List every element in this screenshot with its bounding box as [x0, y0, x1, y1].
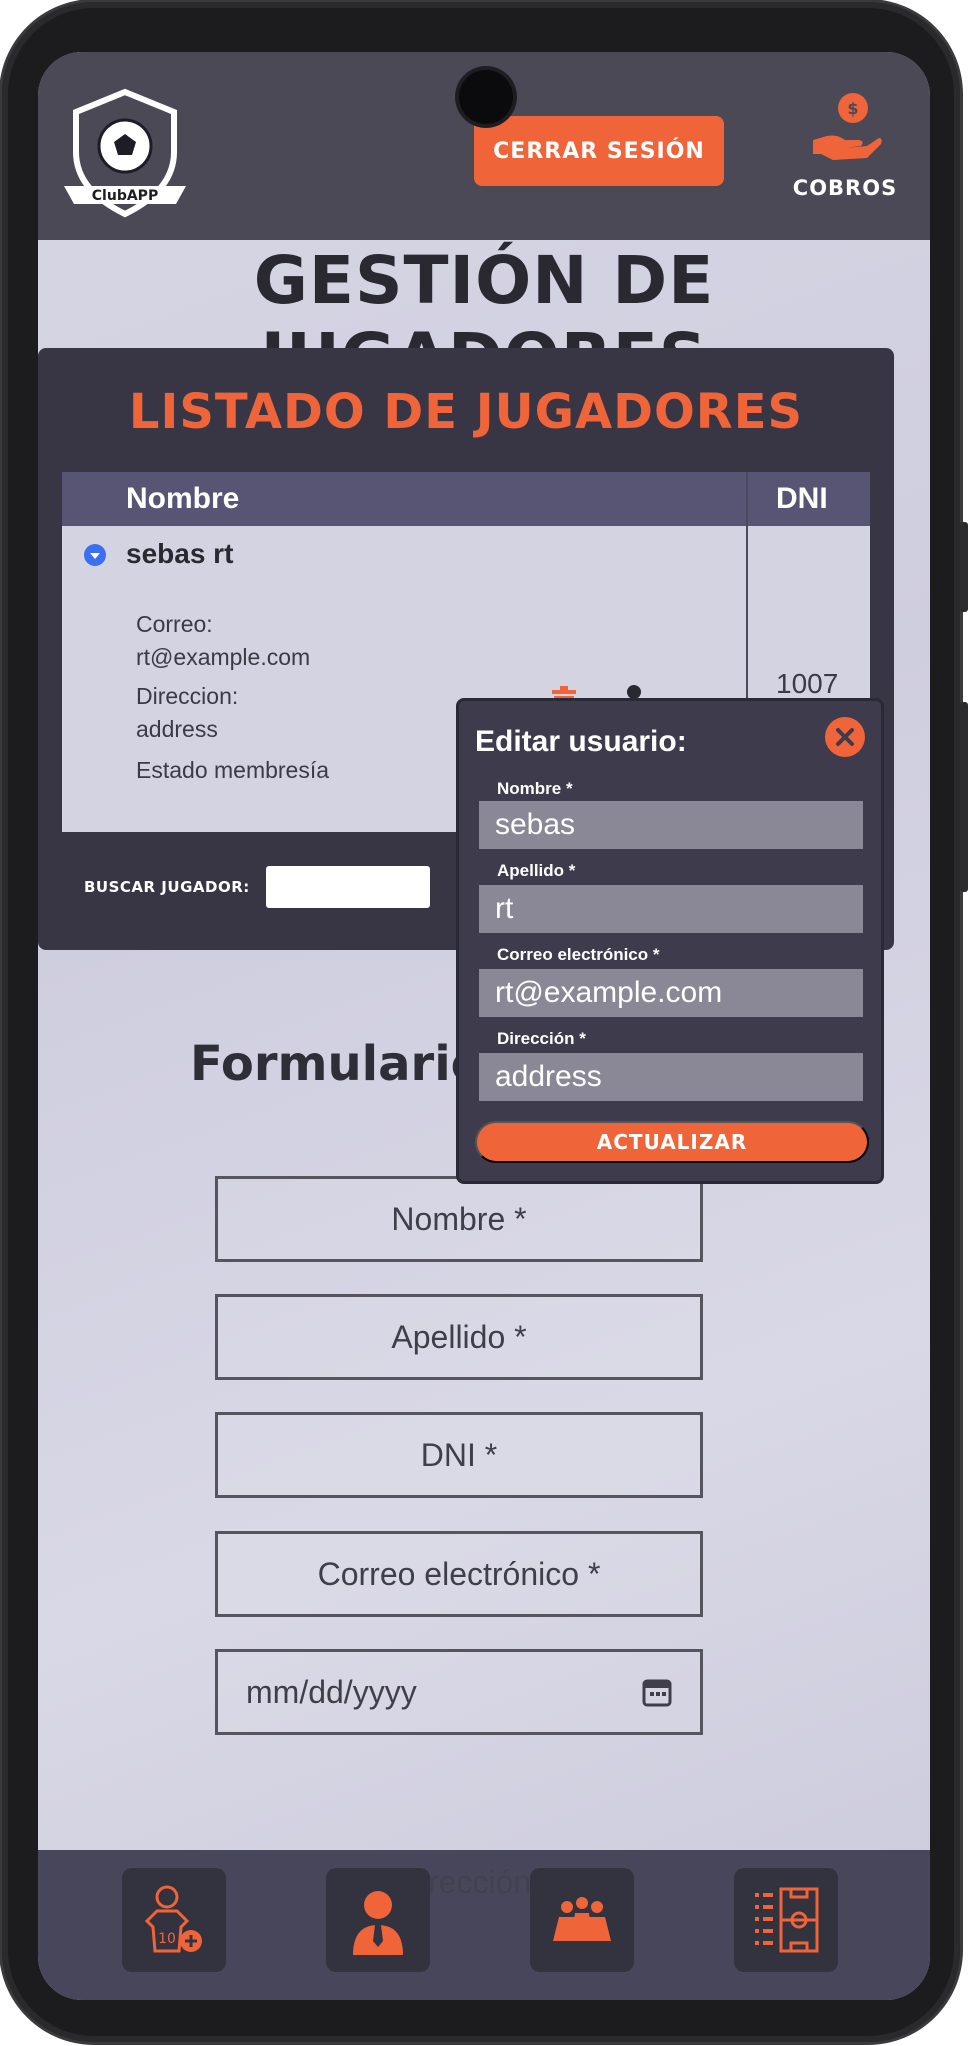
form-dni-input[interactable]: DNI * — [215, 1412, 703, 1498]
player-address-block: Direccion: address — [136, 680, 238, 746]
team-icon — [553, 1897, 611, 1941]
email-value: rt@example.com — [136, 644, 311, 670]
collapse-row-icon[interactable] — [84, 544, 106, 566]
form-apellido-input[interactable]: Apellido * — [215, 1294, 703, 1380]
form-birthdate-input[interactable]: mm/dd/yyyy — [215, 1649, 703, 1735]
modal-title: Editar usuario: — [475, 725, 687, 758]
svg-text:10: 10 — [158, 1931, 176, 1947]
close-icon — [836, 728, 854, 746]
membership-status-label: Estado membresía — [136, 757, 330, 783]
cobros-label: COBROS — [792, 176, 898, 200]
close-modal-button[interactable] — [825, 717, 865, 757]
modal-nombre-label: Nombre * — [497, 779, 573, 798]
date-placeholder: mm/dd/yyyy — [246, 1673, 417, 1710]
table-header: Nombre DNI — [62, 472, 870, 526]
column-header-nombre[interactable]: Nombre — [126, 482, 239, 516]
players-list-title: Listado de jugadores — [128, 384, 804, 440]
front-camera — [459, 70, 513, 124]
form-nombre-input[interactable]: Nombre * — [215, 1176, 703, 1262]
nav-coach[interactable] — [326, 1868, 430, 1972]
email-label: Correo: — [136, 611, 213, 637]
phone-frame: ClubAPP Cerrar sesión $ COBROS Gestión d… — [2, 2, 968, 2042]
power-button — [960, 702, 968, 892]
player-name[interactable]: sebas rt — [126, 538, 233, 570]
player-email-block: Correo: rt@example.com — [136, 608, 310, 674]
bottom-nav: 10 rección — [38, 1850, 930, 2000]
calendar-icon[interactable] — [642, 1677, 672, 1707]
field-icon — [755, 1887, 819, 1953]
coach-icon — [353, 1891, 403, 1955]
address-label: Direccion: — [136, 683, 239, 709]
update-button[interactable]: Actualizar — [475, 1121, 869, 1163]
modal-apellido-input[interactable]: rt — [479, 885, 863, 933]
column-header-dni[interactable]: DNI — [776, 482, 828, 516]
add-player-icon: 10 — [144, 1885, 202, 1953]
player-dni: 1007 — [776, 668, 839, 699]
modal-direccion-label: Dirección * — [497, 1029, 586, 1048]
logout-button[interactable]: Cerrar sesión — [474, 116, 724, 186]
app-screen: ClubAPP Cerrar sesión $ COBROS Gestión d… — [38, 52, 930, 2000]
search-player-input[interactable] — [266, 866, 430, 908]
svg-text:$: $ — [847, 99, 858, 118]
form-direccion-partial: rección — [428, 1864, 532, 1900]
modal-apellido-label: Apellido * — [497, 861, 576, 880]
search-label: Buscar jugador: — [84, 878, 250, 896]
volume-button — [960, 522, 968, 612]
edit-user-modal: Editar usuario: Nombre * sebas Apellido … — [456, 698, 884, 1184]
cobros-button[interactable]: $ COBROS — [790, 88, 900, 228]
modal-direccion-input[interactable]: address — [479, 1053, 863, 1101]
club-logo-icon[interactable]: ClubAPP — [58, 86, 192, 220]
address-value: address — [136, 716, 218, 742]
nav-add-player[interactable]: 10 — [122, 1868, 226, 1972]
nav-team[interactable] — [530, 1868, 634, 1972]
nav-field[interactable] — [734, 1868, 838, 1972]
modal-email-label: Correo electrónico * — [497, 945, 660, 964]
hand-coin-icon: $ — [813, 93, 882, 160]
logo-text: ClubAPP — [92, 188, 158, 204]
modal-email-input[interactable]: rt@example.com — [479, 969, 863, 1017]
form-email-input[interactable]: Correo electrónico * — [215, 1531, 703, 1617]
modal-nombre-input[interactable]: sebas — [479, 801, 863, 849]
